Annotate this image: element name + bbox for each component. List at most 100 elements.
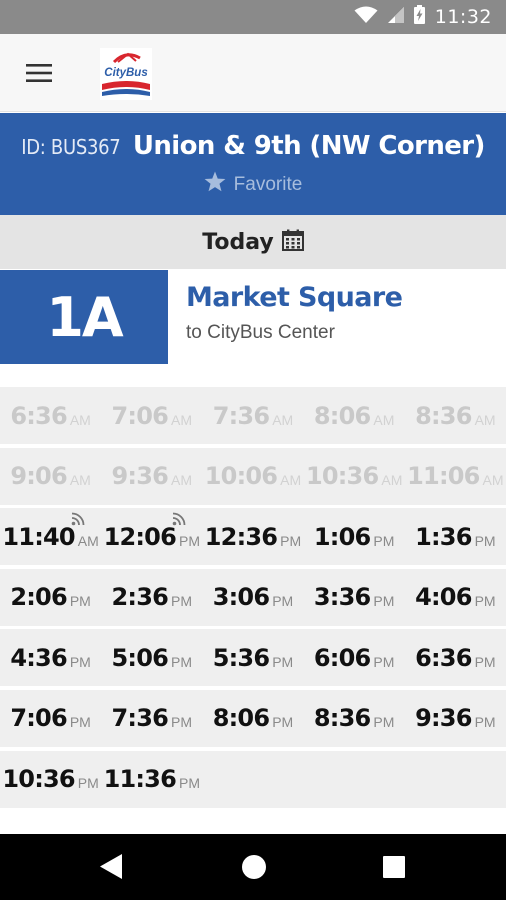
departure-time-past[interactable]: 8:06 AM — [304, 387, 405, 444]
time-period: AM — [69, 472, 91, 489]
departure-time[interactable]: 12:36 PM — [202, 508, 303, 565]
time-period: AM — [171, 411, 193, 428]
time-period: PM — [272, 714, 294, 731]
departure-time[interactable]: 4:06 PM — [405, 569, 506, 626]
departure-time[interactable]: 4:36 PM — [0, 629, 101, 686]
departure-time[interactable]: 10:36 PM — [0, 751, 101, 808]
departure-time[interactable]: 6:36 PM — [405, 629, 506, 686]
time-period: AM — [77, 532, 99, 549]
time-value: 10:36 — [2, 765, 75, 794]
departure-time-past[interactable]: 11:06 AM — [405, 448, 506, 505]
time-period: AM — [381, 472, 403, 489]
time-period: PM — [171, 593, 193, 610]
realtime-tracking-icon — [71, 512, 85, 531]
departure-time[interactable]: 12:06 PM — [101, 508, 202, 565]
time-period: PM — [474, 714, 496, 731]
star-icon — [204, 171, 226, 198]
day-label: Today — [202, 229, 274, 255]
time-value: 11:40 — [2, 522, 75, 551]
departure-time[interactable]: 5:36 PM — [202, 629, 303, 686]
departure-time[interactable]: 2:36 PM — [101, 569, 202, 626]
calendar-icon[interactable] — [281, 229, 304, 256]
schedule-row: 7:06 PM 7:36 PM 8:06 PM 8:36 PM 9:36 PM — [0, 689, 506, 747]
schedule-row: 9:06 AM 9:36 AM 10:06 AM 10:36 AM 11:06 AM — [0, 447, 506, 505]
departure-time[interactable]: 5:06 PM — [101, 629, 202, 686]
time-value: 6:36 — [10, 401, 67, 430]
home-icon[interactable] — [242, 855, 266, 879]
time-period: AM — [171, 472, 193, 489]
day-selector[interactable]: Today — [0, 215, 506, 269]
time-period: PM — [373, 532, 395, 549]
departure-time[interactable]: 1:06 PM — [304, 508, 405, 565]
departure-time[interactable]: 7:06 PM — [0, 690, 101, 747]
time-value: 5:06 — [111, 643, 169, 672]
departure-time-past[interactable]: 10:36 AM — [304, 448, 405, 505]
time-value: 2:06 — [10, 583, 67, 612]
status-bar: 11:32 — [0, 0, 506, 34]
route-name: Market Square — [186, 282, 403, 313]
time-value: 7:06 — [111, 401, 169, 430]
time-value: 2:36 — [111, 583, 169, 612]
time-value: 8:06 — [313, 401, 371, 430]
departure-time[interactable]: 2:06 PM — [0, 569, 101, 626]
departure-time-past[interactable]: 9:36 AM — [101, 448, 202, 505]
status-icons: 11:32 — [354, 0, 492, 34]
departure-time[interactable]: 11:36 PM — [101, 751, 202, 808]
app-bar: CityBus — [0, 34, 506, 112]
time-period: AM — [69, 411, 91, 428]
time-value: 10:36 — [305, 462, 379, 491]
route-row[interactable]: 1A Market Square to CityBus Center — [0, 270, 506, 364]
time-value: 3:06 — [212, 583, 270, 612]
time-period: PM — [373, 593, 395, 610]
time-period: PM — [272, 653, 294, 670]
clock: 11:32 — [434, 6, 492, 28]
back-icon[interactable] — [100, 854, 122, 884]
time-value: 7:06 — [10, 704, 67, 733]
time-value: 11:36 — [103, 765, 177, 794]
departure-time[interactable]: 1:36 PM — [405, 508, 506, 565]
time-value: 1:06 — [313, 522, 371, 551]
time-value: 1:36 — [415, 522, 472, 551]
schedule-row: 10:36 PM 11:36 PM — [0, 750, 506, 808]
realtime-tracking-icon — [172, 512, 186, 531]
stop-name: Union & 9th (NW Corner) — [132, 131, 486, 161]
route-destination: to CityBus Center — [186, 322, 335, 343]
departure-time[interactable]: 8:06 PM — [202, 690, 303, 747]
time-period: AM — [280, 472, 302, 489]
stop-id: ID: BUS367 — [21, 135, 121, 159]
departure-time[interactable]: 11:40 AM — [0, 508, 101, 565]
departure-time-past[interactable]: 7:36 AM — [202, 387, 303, 444]
time-period: AM — [474, 411, 496, 428]
departure-time[interactable]: 9:36 PM — [405, 690, 506, 747]
hamburger-menu-icon[interactable] — [22, 58, 56, 88]
departure-time[interactable]: 3:36 PM — [304, 569, 405, 626]
time-period: PM — [178, 775, 200, 792]
time-value: 10:06 — [204, 462, 278, 491]
departure-time-past[interactable]: 10:06 AM — [202, 448, 303, 505]
time-value: 9:36 — [415, 704, 472, 733]
wifi-icon — [354, 6, 378, 29]
navigation-bar — [0, 834, 506, 900]
time-value: 5:36 — [212, 643, 270, 672]
departure-time-past[interactable]: 9:06 AM — [0, 448, 101, 505]
departure-time[interactable]: 8:36 PM — [304, 690, 405, 747]
departure-time[interactable]: 6:06 PM — [304, 629, 405, 686]
battery-charging-icon — [413, 5, 425, 29]
time-period: PM — [373, 714, 395, 731]
time-value: 12:36 — [204, 522, 278, 551]
time-value: 6:36 — [415, 643, 472, 672]
time-value: 12:06 — [103, 522, 177, 551]
time-value: 8:36 — [415, 401, 472, 430]
time-value: 8:06 — [212, 704, 270, 733]
schedule-row: 11:40 AM 12:06 PM 12:36 PM 1:06 PM 1:36 PM — [0, 508, 506, 566]
time-value: 4:36 — [10, 643, 67, 672]
departure-time[interactable]: 7:36 PM — [101, 690, 202, 747]
recents-icon[interactable] — [383, 856, 405, 878]
time-value: 8:36 — [313, 704, 371, 733]
departure-time-past[interactable]: 7:06 AM — [101, 387, 202, 444]
departure-time-past[interactable]: 6:36 AM — [0, 387, 101, 444]
favorite-button[interactable]: Favorite — [0, 171, 506, 198]
departure-time-past[interactable]: 8:36 AM — [405, 387, 506, 444]
logo-text: CityBus — [104, 67, 147, 79]
departure-time[interactable]: 3:06 PM — [202, 569, 303, 626]
